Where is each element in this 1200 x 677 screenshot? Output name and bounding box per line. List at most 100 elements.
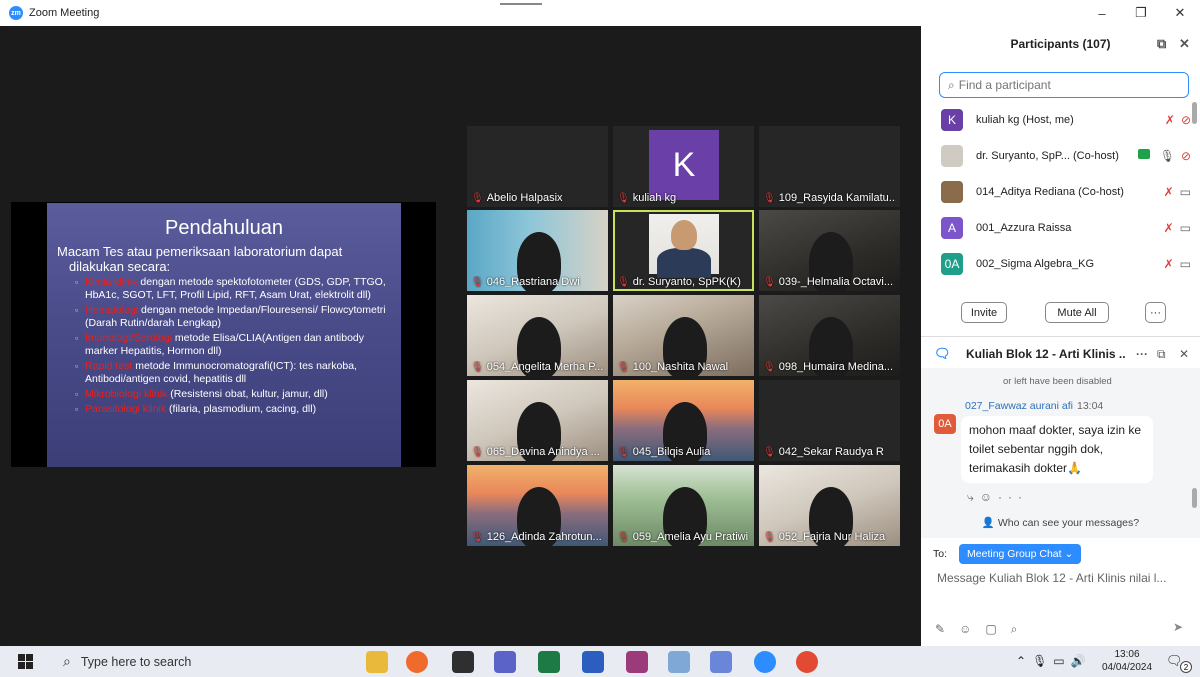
mute-all-button[interactable]: Mute All xyxy=(1045,302,1109,323)
snipping-tool-icon[interactable] xyxy=(668,651,690,673)
emoji-icon[interactable]: ☺ xyxy=(980,490,998,504)
participant-row[interactable]: 0A 002_Sigma Algebra_KG ✗ ▭ xyxy=(941,249,1191,279)
restore-button[interactable]: ❐ xyxy=(1121,0,1161,26)
participant-row[interactable]: A 001_Azzura Raissa ✗ ▭ xyxy=(941,213,1191,243)
chat-header: 🗨 Kuliah Blok 12 - Arti Klinis ... ··· ⧉… xyxy=(921,340,1200,368)
participant-video-tile[interactable]: 🎙 052_Fajria Nur Haliza xyxy=(759,465,900,546)
video-icon[interactable]: ▭ xyxy=(1180,221,1191,235)
video-off-icon[interactable]: ⊘ xyxy=(1181,149,1191,163)
chrome-icon[interactable] xyxy=(796,651,818,673)
slide-bullet-list: Kimia klinik dengan metode spektofotomet… xyxy=(57,276,391,416)
microphone-on-icon[interactable]: 🎙 xyxy=(1160,149,1175,163)
file-icon[interactable]: ▢ xyxy=(985,622,996,637)
invite-button[interactable]: Invite xyxy=(961,302,1007,323)
word-icon[interactable] xyxy=(582,651,604,673)
participant-name-label: 🎙 098_Humaira Medina... xyxy=(763,361,896,373)
participant-video-tile[interactable]: 🎙 054_Angelita Merha P... xyxy=(467,295,608,376)
chat-popout-icon[interactable]: ⧉ xyxy=(1157,347,1166,362)
participants-scrollbar[interactable] xyxy=(1192,102,1197,124)
participant-name: 100_Nashita Nawal xyxy=(632,361,729,373)
participant-video-tile[interactable]: K 🎙 kuliah kg xyxy=(613,126,754,207)
participant-video-tile[interactable]: 🎙 065_Davina Anindya ... xyxy=(467,380,608,461)
chevron-up-icon[interactable]: ⌃ xyxy=(1016,654,1026,668)
participant-video-tile[interactable]: 🎙 109_Rasyida Kamilatu... xyxy=(759,126,900,207)
participant-row[interactable]: Kkuliah kg (Host, me) ✗ ⊘ xyxy=(941,105,1191,135)
excel-icon[interactable] xyxy=(538,651,560,673)
minimize-button[interactable]: – xyxy=(1082,0,1122,26)
message-bubble[interactable]: mohon maaf dokter, saya izin ke toilet s… xyxy=(961,416,1153,483)
chat-close-icon[interactable]: ✕ xyxy=(1179,347,1189,361)
participant-row[interactable]: 014_Aditya Rediana (Co-host) ✗ ▭ xyxy=(941,177,1191,207)
winrar-icon[interactable] xyxy=(626,651,648,673)
participant-video-tile[interactable]: 🎙 Abelio Halpasix xyxy=(467,126,608,207)
microphone-muted-icon[interactable]: ✗ xyxy=(1164,257,1174,271)
clock[interactable]: 13:06 04/04/2024 xyxy=(1096,648,1158,674)
message-input[interactable]: Message Kuliah Blok 12 - Arti Klinis nil… xyxy=(937,571,1189,585)
firefox-icon[interactable] xyxy=(406,651,428,673)
teams-icon[interactable] xyxy=(494,651,516,673)
participant-video-tile[interactable]: 🎙 046_Rastriana Dwi xyxy=(467,210,608,291)
participant-name-label: 🎙 052_Fajria Nur Haliza xyxy=(763,531,896,543)
muted-mic-icon: 🎙 xyxy=(763,361,776,373)
clock-date: 04/04/2024 xyxy=(1101,662,1153,673)
participant-name: Abelio Halpasix xyxy=(486,192,563,204)
chat-messages: or left have been disabled 027_Fawwaz au… xyxy=(921,368,1200,538)
participant-name-label: 🎙 045_Bilqis Aulia xyxy=(617,446,750,458)
who-can-see-link[interactable]: 👤 Who can see your messages? xyxy=(921,516,1200,529)
participant-name: 039-_Helmalia Octavi... xyxy=(778,276,894,288)
search-icon: ⌕ xyxy=(63,653,71,669)
participant-name: 054_Angelita Merha P... xyxy=(486,361,604,373)
more-options-button[interactable]: ··· xyxy=(1145,302,1166,323)
participants-header: Participants (107) ⧉ ✕ xyxy=(921,26,1200,62)
file-explorer-icon[interactable] xyxy=(366,651,388,673)
muted-mic-icon: 🎙 xyxy=(471,531,484,543)
microphone-muted-icon[interactable]: ✗ xyxy=(1164,185,1174,199)
microphone-muted-icon[interactable]: ✗ xyxy=(1165,113,1175,127)
send-icon[interactable]: ➤ xyxy=(1173,620,1183,634)
sender-avatar: 0A xyxy=(934,414,956,434)
close-panel-icon[interactable]: ✕ xyxy=(1179,36,1190,52)
participant-video-tile[interactable]: 🎙 042_Sekar Raudya R xyxy=(759,380,900,461)
participant-name-label: 🎙 039-_Helmalia Octavi... xyxy=(763,276,896,288)
chat-more-icon[interactable]: ··· xyxy=(1136,347,1148,361)
windows-start-icon[interactable] xyxy=(18,654,33,669)
microphone-icon[interactable]: 🎙 xyxy=(1032,654,1047,668)
participant-video-tile[interactable]: 🎙 dr. Suryanto, SpPK(K) xyxy=(613,210,754,291)
participant-video-tile[interactable]: 🎙 098_Humaira Medina... xyxy=(759,295,900,376)
sticky-notes-icon[interactable] xyxy=(452,651,474,673)
participant-video-tile[interactable]: 🎙 059_Amelia Ayu Pratiwi xyxy=(613,465,754,546)
participant-video-tile[interactable]: 🎙 039-_Helmalia Octavi... xyxy=(759,210,900,291)
muted-mic-icon: 🎙 xyxy=(471,192,484,204)
format-icon[interactable]: ✎ xyxy=(935,622,945,637)
reply-icon[interactable]: ⤷ xyxy=(967,490,980,504)
popout-icon[interactable]: ⧉ xyxy=(1157,36,1166,52)
drag-handle[interactable] xyxy=(500,3,542,5)
video-icon[interactable]: ▭ xyxy=(1180,257,1191,271)
participant-search[interactable]: ⌕ xyxy=(939,72,1189,98)
participant-video-tile[interactable]: 🎙 100_Nashita Nawal xyxy=(613,295,754,376)
network-icon[interactable]: ▭ xyxy=(1053,654,1064,668)
video-icon[interactable]: ▭ xyxy=(1180,185,1191,199)
participant-row[interactable]: dr. Suryanto, SpP... (Co-host) 🎙 ⊘ xyxy=(941,141,1191,171)
participant-video-tile[interactable]: 🎙 045_Bilqis Aulia xyxy=(613,380,754,461)
zoom-taskbar-icon[interactable] xyxy=(754,651,776,673)
video-off-icon[interactable]: ⊘ xyxy=(1181,113,1191,127)
bullet-text: (Resistensi obat, kultur, jamur, dll) xyxy=(167,388,328,400)
app-icon[interactable] xyxy=(710,651,732,673)
close-button[interactable]: ✕ xyxy=(1160,0,1200,26)
more-icon[interactable]: ··· xyxy=(998,490,1028,504)
windows-taskbar: ⌕ Type here to search ⌃ 🎙 ▭ 🔊 13:06 04/0… xyxy=(0,646,1200,677)
microphone-muted-icon[interactable]: ✗ xyxy=(1164,221,1174,235)
participant-name: dr. Suryanto, SpPK(K) xyxy=(632,276,741,288)
slide-bullet: Imunologi/Serologi metode Elisa/CLIA(Ant… xyxy=(75,332,391,358)
participant-search-input[interactable] xyxy=(958,78,1179,92)
speaker-icon[interactable]: 🔊 xyxy=(1071,654,1086,668)
chat-scrollbar[interactable] xyxy=(1192,488,1197,508)
window-title: Zoom Meeting xyxy=(29,7,100,19)
recipient-select[interactable]: Meeting Group Chat ⌄ xyxy=(959,544,1082,564)
screenshot-icon[interactable]: ⌕ xyxy=(1011,622,1018,637)
muted-mic-icon: 🎙 xyxy=(763,276,776,288)
taskbar-search[interactable]: ⌕ Type here to search xyxy=(55,646,355,677)
participant-video-tile[interactable]: 🎙 126_Adinda Zahrotun... xyxy=(467,465,608,546)
emoji-picker-icon[interactable]: ☺ xyxy=(959,622,971,637)
